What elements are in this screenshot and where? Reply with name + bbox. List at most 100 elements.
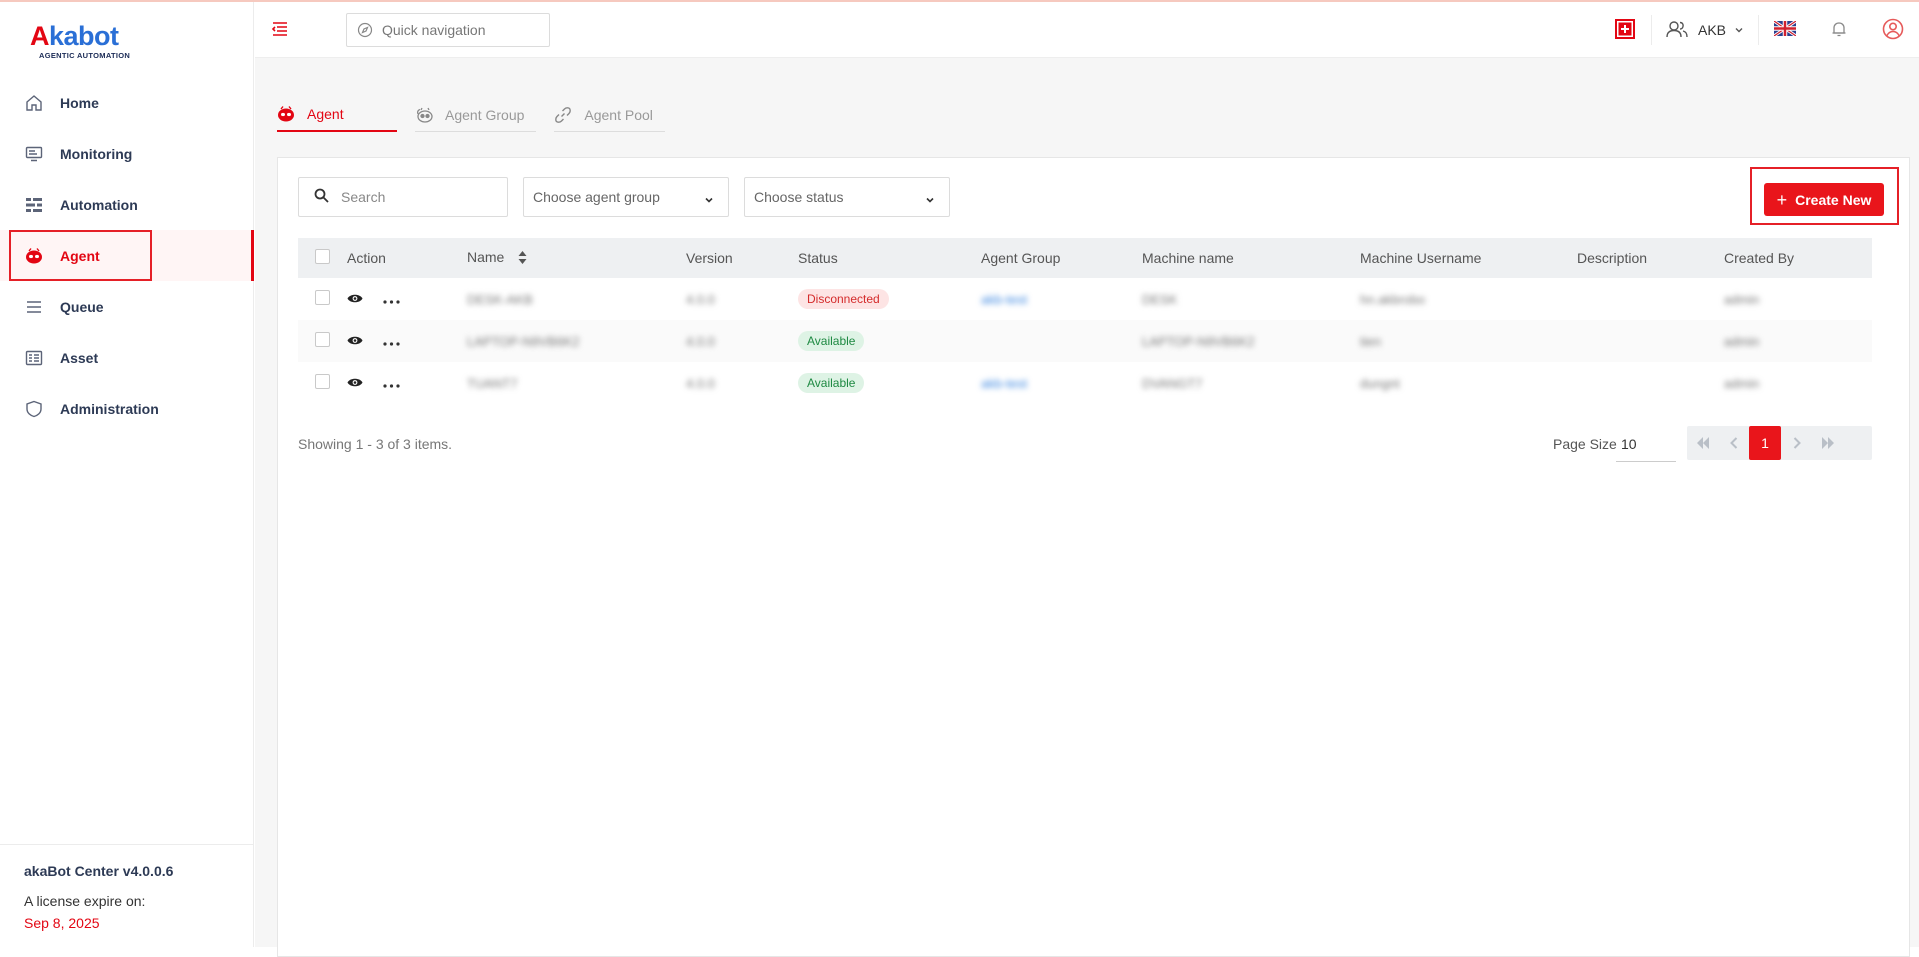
sidebar-item-label: Queue: [60, 298, 104, 315]
header-actions: AKB: [1599, 2, 1919, 58]
sidebar-item-administration[interactable]: Administration: [0, 383, 254, 434]
machine-username: tien: [1360, 333, 1381, 349]
agent-group-link[interactable]: akb-test: [981, 292, 1027, 307]
highlight-box: [9, 230, 152, 281]
quick-navigation-input[interactable]: Quick navigation: [346, 13, 550, 47]
column-header-version: Version: [686, 238, 798, 278]
search-icon: [314, 188, 329, 206]
row-checkbox[interactable]: [315, 290, 330, 305]
tab-agent-pool[interactable]: Agent Pool: [554, 98, 665, 132]
sidebar: Akabot AGENTIC AUTOMATION Home Monitorin…: [0, 2, 254, 947]
bell-icon: [1830, 20, 1848, 41]
agent-table: Action Name Version Status Agent Group M…: [298, 238, 1872, 404]
more-options-icon[interactable]: [383, 334, 400, 349]
row-checkbox[interactable]: [315, 374, 330, 389]
language-selector[interactable]: [1759, 2, 1811, 58]
sidebar-item-agent[interactable]: Agent: [0, 230, 254, 281]
page-number-current[interactable]: 1: [1749, 426, 1781, 460]
sort-icon[interactable]: [518, 250, 527, 267]
license-label: A license expire on:: [24, 893, 146, 909]
logo-wordmark: Akabot: [30, 21, 119, 51]
created-by: admin: [1724, 291, 1760, 307]
agent-group-select[interactable]: Choose agent group: [523, 177, 729, 217]
agent-group-placeholder: Choose agent group: [533, 189, 660, 205]
add-button[interactable]: [1599, 2, 1651, 58]
uk-flag-icon: [1773, 19, 1797, 39]
more-options-icon[interactable]: [383, 292, 400, 307]
sidebar-item-monitoring[interactable]: Monitoring: [0, 128, 254, 179]
agent-version: 4.0.0: [686, 333, 715, 349]
column-header-name[interactable]: Name: [467, 238, 686, 278]
queue-icon: [24, 297, 44, 317]
create-new-button[interactable]: + Create New: [1764, 183, 1884, 216]
page-size-label: Page Size: [1553, 436, 1617, 452]
select-all-checkbox[interactable]: [315, 249, 330, 264]
monitor-icon: [24, 144, 44, 164]
sidebar-item-label: Home: [60, 94, 99, 111]
view-eye-icon[interactable]: [347, 376, 363, 391]
shield-icon: [24, 399, 44, 419]
sidebar-item-automation[interactable]: Automation: [0, 179, 254, 230]
tab-agent-group[interactable]: Agent Group: [415, 98, 537, 132]
pagination-bar: Showing 1 - 3 of 3 items. Page Size 10 1: [298, 426, 1872, 462]
view-eye-icon[interactable]: [347, 292, 363, 307]
table-row[interactable]: TUANT7 4.0.0 Available akb-test DVANGT7 …: [298, 362, 1872, 404]
sidebar-item-label: Automation: [60, 196, 138, 213]
active-indicator: [251, 230, 254, 281]
next-page-icon[interactable]: [1781, 426, 1812, 460]
menu-collapse-icon[interactable]: [271, 20, 289, 38]
status-badge: Disconnected: [798, 289, 889, 309]
user-profile-button[interactable]: [1867, 2, 1919, 58]
status-select[interactable]: Choose status: [744, 177, 950, 217]
prev-page-icon[interactable]: [1718, 426, 1749, 460]
tenant-selector[interactable]: AKB: [1652, 2, 1758, 58]
column-header-created-by: Created By: [1724, 238, 1872, 278]
machine-username: dungnt: [1360, 375, 1400, 391]
created-by: admin: [1724, 333, 1760, 349]
last-page-icon[interactable]: [1812, 426, 1843, 460]
license-expiry-date: Sep 8, 2025: [24, 915, 100, 931]
row-actions: [347, 376, 400, 391]
agent-version: 4.0.0: [686, 375, 715, 391]
create-new-label: Create New: [1795, 191, 1872, 208]
asset-icon: [24, 348, 44, 368]
sidebar-item-label: Asset: [60, 349, 99, 366]
chevron-down-icon: [1734, 22, 1744, 38]
agent-icon: [277, 105, 295, 123]
search-placeholder: Search: [341, 189, 386, 205]
tenant-name: AKB: [1697, 22, 1726, 38]
agent-group-icon: [415, 106, 433, 124]
agent-name: DESK-AKB: [467, 291, 533, 307]
first-page-icon[interactable]: [1687, 426, 1718, 460]
compass-icon: [357, 22, 373, 38]
column-header-machine-name: Machine name: [1142, 238, 1360, 278]
sidebar-item-label: Administration: [60, 400, 159, 417]
row-checkbox[interactable]: [315, 332, 330, 347]
table-row[interactable]: DESK-AKB 4.0.0 Disconnected akb-test DES…: [298, 278, 1872, 320]
plus-icon: +: [1776, 189, 1788, 210]
page-size-select[interactable]: 10: [1616, 426, 1676, 462]
sidebar-item-asset[interactable]: Asset: [0, 332, 254, 383]
machine-name: LAPTOP-N9VB6K2: [1142, 333, 1255, 349]
chevron-down-icon: [925, 192, 935, 208]
status-badge: Available: [798, 373, 865, 393]
notifications-button[interactable]: [1811, 2, 1867, 58]
column-header-machine-username: Machine Username: [1360, 238, 1577, 278]
sidebar-item-home[interactable]: Home: [0, 77, 254, 128]
view-eye-icon[interactable]: [347, 334, 363, 349]
more-options-icon[interactable]: [383, 376, 400, 391]
tab-agent[interactable]: Agent: [277, 98, 397, 132]
search-input[interactable]: Search: [298, 177, 508, 217]
table-row[interactable]: LAPTOP-N9VB6K2 4.0.0 Available LAPTOP-N9…: [298, 320, 1872, 362]
agent-group-link[interactable]: akb-test: [981, 376, 1027, 391]
akabot-logo[interactable]: Akabot AGENTIC AUTOMATION: [30, 22, 140, 64]
sidebar-item-queue[interactable]: Queue: [0, 281, 254, 332]
sidebar-item-label: Monitoring: [60, 145, 133, 162]
user-avatar-icon: [1882, 18, 1904, 43]
tab-label: Agent Pool: [584, 106, 653, 123]
main-content: Agent Agent Group Agent Pool Search Choo…: [255, 58, 1919, 957]
tab-label: Agent: [307, 106, 344, 122]
app-version: akaBot Center v4.0.0.6: [24, 863, 174, 879]
column-header-action: Action: [347, 238, 467, 278]
agent-version: 4.0.0: [686, 291, 715, 307]
